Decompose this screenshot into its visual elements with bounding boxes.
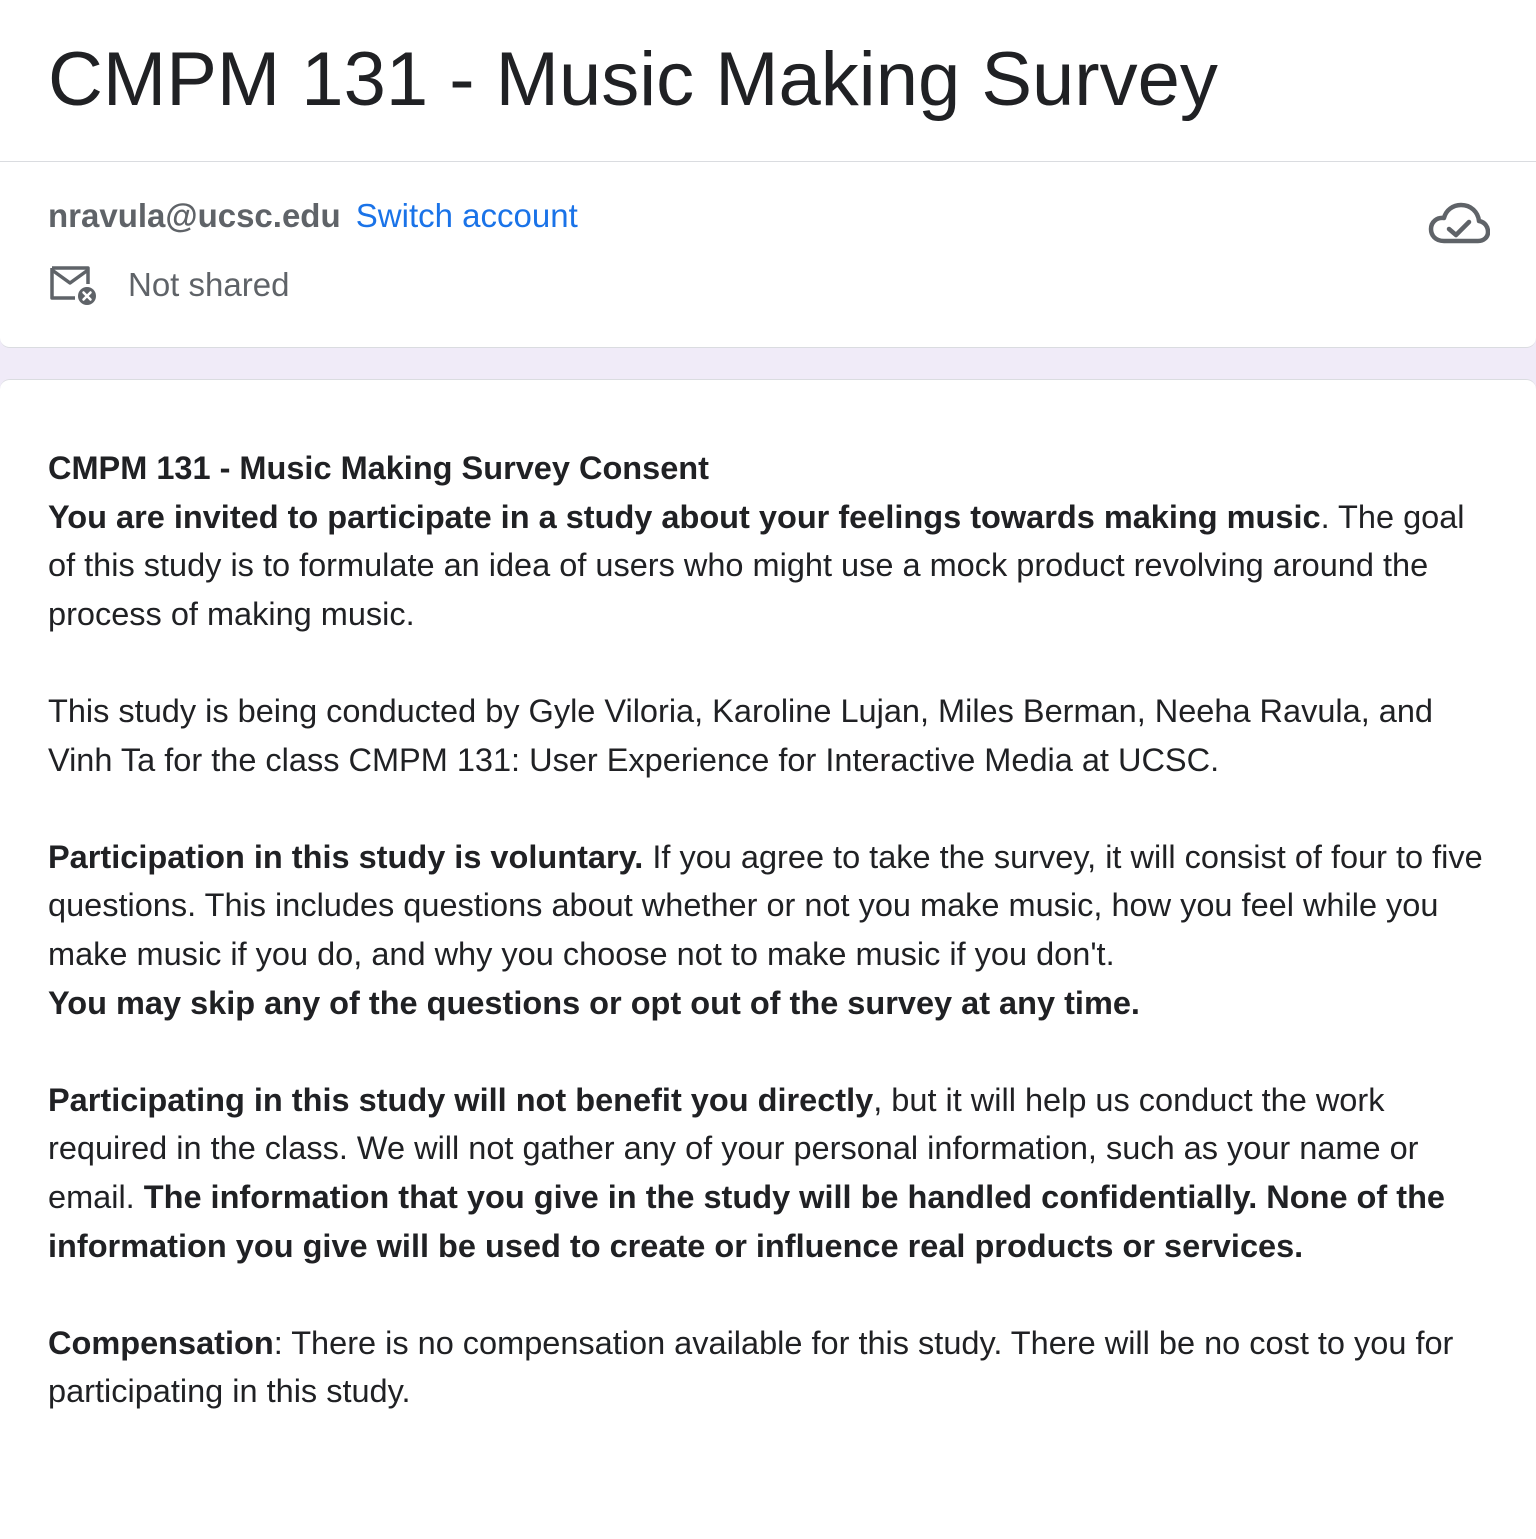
- description-p5-bold: Compensation: [48, 1324, 274, 1361]
- account-email: nravula@ucsc.edu: [48, 197, 341, 234]
- form-description: CMPM 131 - Music Making Survey Consent Yo…: [48, 444, 1494, 1464]
- switch-account-link[interactable]: Switch account: [356, 197, 578, 234]
- description-conductors: This study is being conducted by Gyle Vi…: [48, 687, 1494, 784]
- description-compensation: Compensation: There is no compensation a…: [48, 1319, 1494, 1416]
- description-voluntary: Participation in this study is voluntary…: [48, 833, 1494, 1027]
- description-p1-bold: You are invited to participate in a stud…: [48, 498, 1321, 535]
- description-p4-bold2: The information that you give in the stu…: [48, 1178, 1446, 1264]
- form-title-card: CMPM 131 - Music Making Survey: [0, 0, 1536, 162]
- shared-status-text: Not shared: [128, 266, 290, 303]
- shared-status-row: Not shared: [48, 262, 289, 308]
- mail-not-shared-icon: [50, 266, 96, 305]
- description-p3-bold2: You may skip any of the questions or opt…: [48, 984, 1140, 1021]
- description-intro: CMPM 131 - Music Making Survey Consent Yo…: [48, 444, 1494, 638]
- description-heading: CMPM 131 - Music Making Survey Consent: [48, 450, 709, 486]
- cloud-check-icon[interactable]: [1428, 200, 1490, 248]
- form-description-card: CMPM 131 - Music Making Survey Consent Yo…: [0, 379, 1536, 1539]
- description-p2-text: This study is being conducted by Gyle Vi…: [48, 692, 1434, 778]
- account-card: nravula@ucsc.edu Switch account Not shar…: [0, 162, 1536, 348]
- description-benefits: Participating in this study will not ben…: [48, 1076, 1494, 1270]
- description-p3-bold: Participation in this study is voluntary…: [48, 838, 644, 875]
- form-title: CMPM 131 - Music Making Survey: [48, 37, 1218, 122]
- account-row: nravula@ucsc.edu Switch account: [48, 196, 578, 236]
- description-p4-bold: Participating in this study will not ben…: [48, 1081, 874, 1118]
